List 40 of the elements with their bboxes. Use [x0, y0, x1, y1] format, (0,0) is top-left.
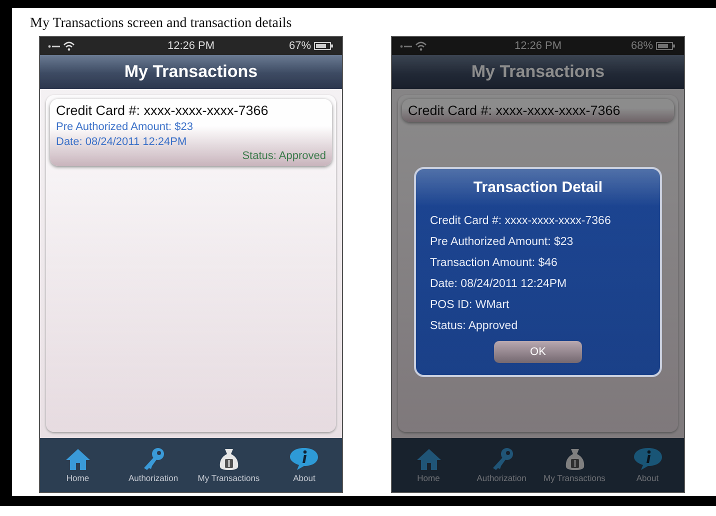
tab-item[interactable]: Home [392, 447, 464, 483]
tab-item[interactable]: Home [42, 447, 114, 483]
battery-percent: 67% [288, 40, 311, 52]
house-icon [416, 447, 442, 471]
status-text: Status: Approved [241, 150, 326, 162]
tab-item[interactable]: About [268, 447, 340, 483]
transaction-card[interactable]: Credit Card #: xxxx-xxxx-xxxx-7366 [402, 99, 674, 122]
detail-text: POS ID: WMart [430, 299, 510, 311]
detail-text: Date: 08/24/2011 12:24PM [430, 278, 568, 290]
signal-icon [48, 44, 60, 48]
card-number-text: Credit Card #: xxxx-xxxx-xxxx-7366 [408, 103, 622, 118]
info-bubble-icon [289, 447, 320, 471]
figure-caption: My Transactions screen and transaction details [29, 15, 293, 33]
card-number-text: Credit Card #: xxxx-xxxx-xxxx-7366 [56, 103, 270, 118]
pre-authorized-amount-text: Pre Authorized Amount: $23 [56, 121, 194, 133]
detail-text: Transaction Amount: $46 [430, 257, 558, 269]
house-icon [64, 447, 91, 471]
transaction-card[interactable]: Credit Card #: xxxx-xxxx-xxxx-7366 Pre Authorized Amount: $23 Date: 08/24/2011 12:24PM Status: Approved [50, 99, 332, 166]
status-time: 12:26 PM [167, 40, 215, 52]
tab-item[interactable]: Authorization [117, 447, 190, 483]
ok-button[interactable]: OK [494, 341, 582, 363]
wifi-icon [63, 41, 75, 51]
tab-item[interactable]: My Transactions [192, 447, 265, 483]
info-bubble-icon [632, 447, 662, 471]
tab-item[interactable]: My Transactions [538, 447, 610, 483]
screen-title: My Transactions [471, 62, 605, 82]
detail-text: Credit Card #: xxxx-xxxx-xxxx-7366 [430, 215, 612, 227]
battery-percent: 68% [630, 40, 653, 52]
tab-item[interactable]: About [612, 447, 684, 483]
detail-text: Status: Approved [430, 320, 519, 332]
battery-icon [314, 41, 334, 51]
status-time: 12:26 PM [514, 40, 562, 52]
dialog-title: Transaction Detail [472, 179, 604, 196]
signal-icon [400, 44, 412, 48]
battery-icon [656, 41, 676, 51]
wifi-icon [415, 41, 427, 51]
tab-item[interactable]: Authorization [466, 447, 538, 483]
date-text: Date: 08/24/2011 12:24PM [56, 136, 188, 148]
screen-title: My Transactions [124, 62, 258, 82]
detail-text: Pre Authorized Amount: $23 [430, 236, 574, 248]
